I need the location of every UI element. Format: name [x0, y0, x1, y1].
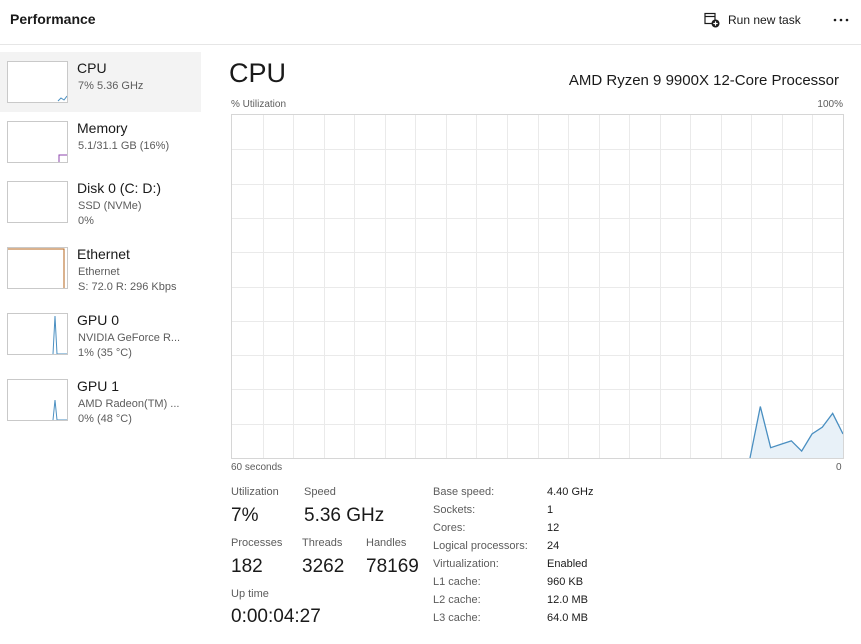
spec-sockets-label: Sockets:: [433, 504, 476, 516]
spec-cores-label: Cores:: [433, 522, 466, 534]
sidebar-item-gpu-0[interactable]: GPU 0 NVIDIA GeForce R... 1% (35 °C): [0, 304, 201, 364]
sidebar-item-name: CPU: [77, 60, 107, 76]
sidebar-item-usage: S: 72.0 R: 296 Kbps: [78, 281, 177, 293]
run-new-task-label: Run new task: [728, 13, 801, 27]
sidebar-item-detail: 7% 5.36 GHz: [78, 80, 144, 92]
cpu-utilization-plot: [232, 115, 843, 458]
uptime-label: Up time: [231, 588, 269, 600]
spec-l3-cache-label: L3 cache:: [433, 612, 481, 624]
sidebar-item-memory[interactable]: Memory 5.1/31.1 GB (16%): [0, 112, 201, 172]
sidebar-item-detail: NVIDIA GeForce R...: [78, 332, 181, 344]
spec-base-speed-value: 4.40 GHz: [547, 486, 594, 498]
sidebar-item-usage: 1% (35 °C): [78, 347, 132, 359]
sidebar-item-name: Ethernet: [77, 246, 130, 262]
cpu-utilization-area: [750, 406, 843, 458]
threads-value: 3262: [302, 556, 345, 577]
sidebar-item-name: Disk 0 (C: D:): [77, 180, 161, 196]
spec-cores-value: 12: [547, 522, 560, 534]
page-title: Performance: [10, 11, 96, 27]
spec-base-speed-label: Base speed:: [433, 486, 495, 498]
cpu-utilization-graph: [231, 114, 844, 459]
disk-thumbnail-graph: [7, 181, 68, 223]
threads-label: Threads: [302, 537, 343, 549]
sidebar: CPU 7% 5.36 GHz Memory 5.1/31.1 GB (16%)…: [0, 52, 201, 644]
sidebar-item-gpu-1[interactable]: GPU 1 AMD Radeon(TM) ... 0% (48 °C): [0, 370, 201, 430]
run-task-icon: [704, 12, 720, 28]
utilization-value: 7%: [231, 505, 259, 526]
speed-label: Speed: [304, 486, 336, 498]
more-dots-icon: [833, 18, 849, 22]
spec-virtualization-value: Enabled: [547, 558, 588, 570]
header-bar: Performance Run new task: [0, 0, 861, 45]
sidebar-item-usage: 0%: [78, 215, 94, 227]
spec-l1-cache-label: L1 cache:: [433, 576, 481, 588]
sidebar-item-name: GPU 1: [77, 378, 120, 394]
handles-value: 78169: [366, 556, 419, 577]
spec-l3-cache-value: 64.0 MB: [547, 612, 588, 624]
handles-label: Handles: [366, 537, 407, 549]
spec-l2-cache-label: L2 cache:: [433, 594, 481, 606]
run-new-task-button[interactable]: Run new task: [704, 9, 801, 31]
spec-l1-cache-value: 960 KB: [547, 576, 584, 588]
sidebar-item-name: GPU 0: [77, 312, 120, 328]
spec-logical-processors-label: Logical processors:: [433, 540, 528, 552]
processes-label: Processes: [231, 537, 283, 549]
sidebar-item-ethernet[interactable]: Ethernet Ethernet S: 72.0 R: 296 Kbps: [0, 238, 201, 298]
utilization-label: Utilization: [231, 486, 279, 498]
processes-value: 182: [231, 556, 263, 577]
spec-virtualization-label: Virtualization:: [433, 558, 499, 570]
gpu-1-thumbnail-graph: [7, 379, 68, 421]
graph-x-left-label: 60 seconds: [231, 462, 283, 473]
speed-value: 5.36 GHz: [304, 505, 385, 526]
sidebar-item-detail: AMD Radeon(TM) ...: [78, 398, 180, 410]
main-title: CPU: [229, 58, 287, 88]
sidebar-item-usage: 0% (48 °C): [78, 413, 132, 425]
cpu-model-name: AMD Ryzen 9 9900X 12-Core Processor: [568, 72, 839, 89]
graph-y-axis-label: % Utilization: [231, 99, 287, 110]
spec-sockets-value: 1: [547, 504, 554, 516]
sidebar-item-detail: SSD (NVMe): [78, 200, 142, 212]
sidebar-item-name: Memory: [77, 120, 128, 136]
spec-l2-cache-value: 12.0 MB: [547, 594, 588, 606]
sidebar-item-disk-0[interactable]: Disk 0 (C: D:) SSD (NVMe) 0%: [0, 172, 201, 232]
more-options-button[interactable]: [830, 10, 852, 30]
cpu-thumbnail-graph: [7, 61, 68, 103]
sidebar-item-cpu[interactable]: CPU 7% 5.36 GHz: [0, 52, 201, 112]
sidebar-item-detail: Ethernet: [78, 266, 120, 278]
sidebar-item-detail: 5.1/31.1 GB (16%): [78, 140, 170, 152]
uptime-value: 0:00:04:27: [231, 606, 321, 627]
gpu-0-thumbnail-graph: [7, 313, 68, 355]
graph-y-max-label: 100%: [817, 99, 843, 110]
graph-x-right-label: 0: [836, 462, 842, 473]
spec-logical-processors-value: 24: [547, 540, 560, 552]
memory-thumbnail-graph: [7, 121, 68, 163]
ethernet-thumbnail-graph: [7, 247, 68, 289]
